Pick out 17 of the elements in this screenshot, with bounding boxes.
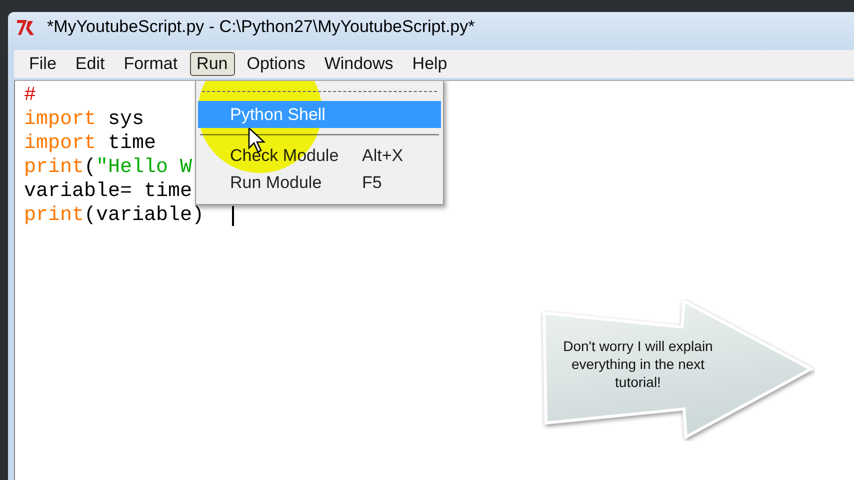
menu-item[interactable]: Options — [240, 52, 312, 76]
text-cursor — [232, 206, 234, 226]
code-line: variable= time — [24, 180, 192, 204]
menu-item[interactable]: Format — [116, 52, 185, 76]
code-line: print(variable) — [24, 204, 204, 228]
menu-item[interactable]: File — [22, 52, 64, 76]
menu-command[interactable]: Run Module F5 — [198, 169, 441, 196]
code-line: print("Hello W — [24, 156, 192, 180]
menu-item[interactable]: Help — [405, 52, 454, 76]
code-line: import sys — [24, 108, 144, 132]
menu-item[interactable]: Edit — [68, 52, 112, 76]
window-title: *MyYoutubeScript.py - C:\Python27\MyYoutubeScript.py* — [47, 17, 475, 37]
menu-item[interactable]: Windows — [317, 52, 400, 76]
menu-item[interactable]: Run — [190, 52, 235, 76]
callout-text: Don't worry I will explain everything in the next tutorial! — [562, 337, 714, 391]
code-line: # — [24, 84, 36, 108]
code-line: import time — [24, 132, 156, 156]
